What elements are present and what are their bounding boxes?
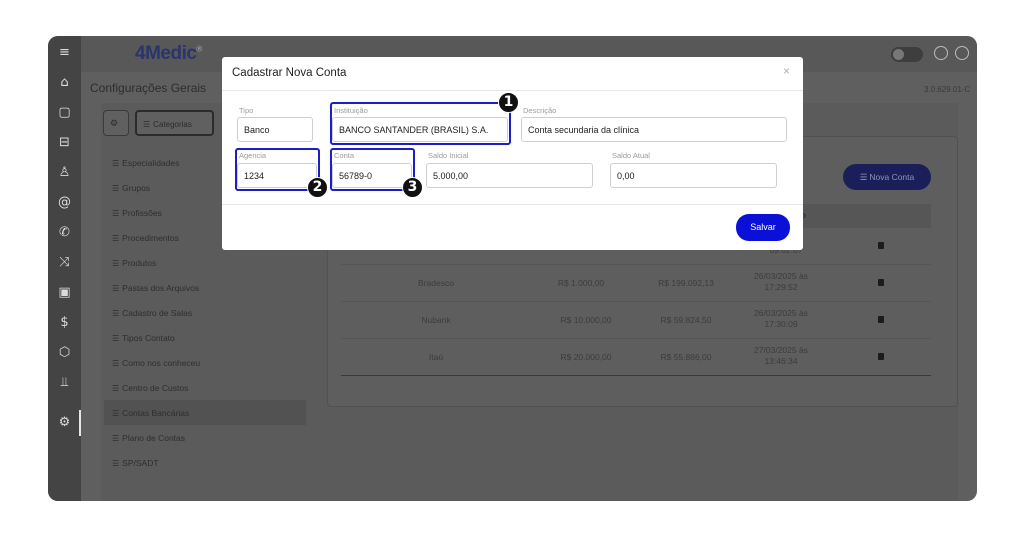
current-balance-cell: R$ 199.092,13 <box>658 278 714 288</box>
cogs-icon: ⚙ <box>110 119 119 129</box>
table-row: Bradesco R$ 1.000,00 R$ 199.092,13 26/03… <box>341 265 931 302</box>
saldo-atual-label: Saldo Atual <box>612 151 650 160</box>
theme-toggle[interactable] <box>891 47 923 62</box>
trash-icon[interactable] <box>878 316 884 323</box>
settings-gear-icon[interactable]: ⚙ <box>56 414 73 431</box>
date-cell: 26/03/2025 às 17:30:09 <box>754 308 808 329</box>
clipboard-icon[interactable]: ▣ <box>56 284 73 301</box>
home-icon[interactable]: ⌂ <box>56 74 73 91</box>
icon-rail: ≡ ⌂ ▢ ⊟ ♙ @ ✆ ⤨ ▣ $ ⬡ ⫫ ⚙ <box>48 36 81 501</box>
bank-cell: Itaú <box>428 352 444 362</box>
sidebar-item-produtos[interactable]: ☰ Produtos <box>104 250 306 275</box>
callout-highlight-instituicao <box>330 102 511 145</box>
modal-footer-divider <box>222 204 803 205</box>
sidebar-item-como-nos-conheceu[interactable]: ☰ Como nos conheceu <box>104 350 306 375</box>
list-icon: ☰ <box>112 409 120 418</box>
modal-title: Cadastrar Nova Conta <box>232 67 347 79</box>
chat-icon[interactable] <box>934 46 948 60</box>
descricao-label: Descrição <box>523 106 557 115</box>
sidebar-item-centro-custos[interactable]: ☰ Centro de Custos <box>104 375 306 400</box>
help-icon[interactable] <box>955 46 969 60</box>
dollar-icon[interactable]: $ <box>56 314 73 331</box>
trash-icon[interactable] <box>878 242 884 249</box>
sidebar-item-cadastro-salas[interactable]: ☰ Cadastro de Salas <box>104 300 306 325</box>
list-icon: ☰ <box>112 309 120 318</box>
tipo-field[interactable] <box>237 117 313 142</box>
bank-cell: Nubank <box>421 315 451 325</box>
list-icon: ☰ <box>112 359 120 368</box>
user-icon[interactable]: ♙ <box>56 164 73 181</box>
list-icon: ☰ <box>112 334 120 343</box>
hamburger-menu-icon[interactable]: ≡ <box>56 44 73 61</box>
modal-header-divider <box>222 90 803 91</box>
bank-cell: Bradesco <box>418 278 454 288</box>
sidebar-item-sp-sadt[interactable]: ☰ SP/SADT <box>104 450 306 475</box>
trash-icon[interactable] <box>878 279 884 286</box>
shuffle-icon[interactable]: ⤨ <box>56 254 73 271</box>
list-icon: ☰ <box>112 384 120 393</box>
version-label: 3.0.629.01-C <box>924 85 971 94</box>
list-icon: ☰ <box>112 459 120 468</box>
saldo-atual-field[interactable] <box>610 163 777 188</box>
logo: 4Medic® <box>135 43 202 64</box>
tab-cogs[interactable]: ⚙ <box>103 110 129 136</box>
list-icon: ☰ <box>112 209 120 218</box>
list-icon: ☰ <box>112 234 120 243</box>
descricao-field[interactable] <box>521 117 787 142</box>
chart-icon[interactable]: ⫫ <box>56 374 73 391</box>
sidebar-item-contas-bancarias[interactable]: ☰ Contas Bancárias <box>104 400 306 425</box>
date-cell: 26/03/2025 às 17:29:52 <box>754 271 808 292</box>
new-account-button[interactable]: ☰ Nova Conta <box>843 164 931 190</box>
table-row: Nubank R$ 10.000,00 R$ 59.824,50 26/03/2… <box>341 302 931 339</box>
tab-categorias[interactable]: ☰ Categorias <box>135 110 214 136</box>
list-icon: ☰ <box>112 184 120 193</box>
list-icon: ☰ <box>112 284 120 293</box>
sidebar-item-plano-contas[interactable]: ☰ Plano de Contas <box>104 425 306 450</box>
sidebar-item-pastas-arquivos[interactable]: ☰ Pastas dos Arquivos <box>104 275 306 300</box>
list-icon: ☰ <box>859 173 868 183</box>
saldo-inicial-label: Saldo Inicial <box>428 151 469 160</box>
inbox-icon[interactable]: ⊟ <box>56 134 73 151</box>
initial-balance-cell: R$ 20.000,00 <box>560 352 612 362</box>
current-balance-cell: R$ 55.886,00 <box>660 352 712 362</box>
callout-badge-1: 1 <box>498 92 519 113</box>
rail-active-indicator <box>79 410 81 436</box>
callout-badge-2: 2 <box>307 177 328 198</box>
saldo-inicial-field[interactable] <box>426 163 593 188</box>
list-icon: ☰ <box>112 434 120 443</box>
list-icon: ☰ <box>112 159 120 168</box>
list-icon: ☰ <box>112 259 120 268</box>
phone-icon[interactable]: ✆ <box>56 224 73 241</box>
list-icon: ☰ <box>143 120 151 129</box>
trash-icon[interactable] <box>878 353 884 360</box>
current-balance-cell: R$ 59.824,50 <box>660 315 712 325</box>
save-button[interactable]: Salvar <box>736 214 790 241</box>
date-cell: 27/03/2025 às 13:46:34 <box>754 345 808 366</box>
at-sign-icon[interactable]: @ <box>56 194 73 211</box>
table-row: Itaú R$ 20.000,00 R$ 55.886,00 27/03/202… <box>341 339 931 376</box>
close-icon[interactable]: × <box>783 64 790 78</box>
tipo-label: Tipo <box>239 106 254 115</box>
box-icon[interactable]: ⬡ <box>56 344 73 361</box>
initial-balance-cell: R$ 1.000,00 <box>557 278 605 288</box>
initial-balance-cell: R$ 10.000,00 <box>560 315 612 325</box>
sidebar-item-tipos-contato[interactable]: ☰ Tipos Contato <box>104 325 306 350</box>
page-title: Configurações Gerais <box>90 81 207 95</box>
callout-badge-3: 3 <box>402 177 423 198</box>
calendar-icon[interactable]: ▢ <box>56 104 73 121</box>
